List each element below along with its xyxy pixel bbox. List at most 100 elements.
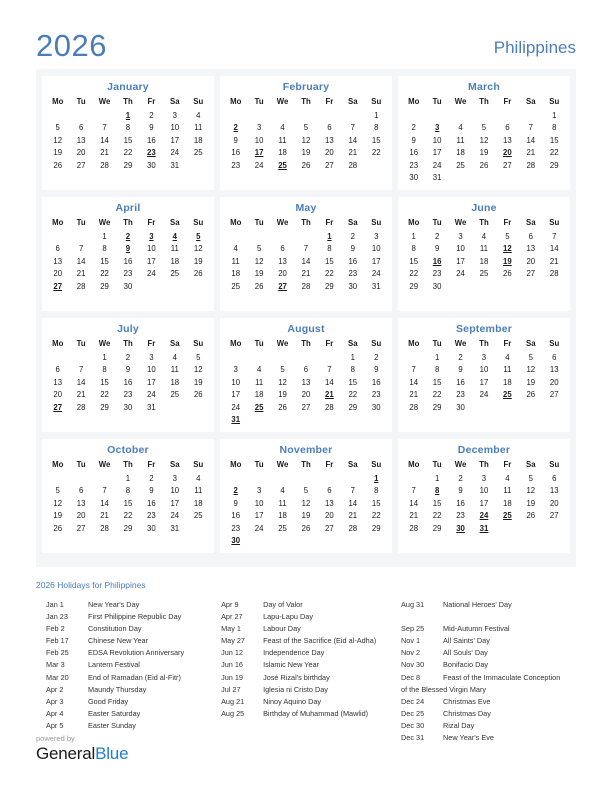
day-cell[interactable]: 10 bbox=[163, 485, 186, 498]
month-card-june[interactable]: June Mo Tu We Th Fr Sa Su 1 2 3 4 5 6 7 8 9 10 11 12 13 14 15 1… bbox=[398, 197, 570, 311]
day-cell[interactable]: 3 bbox=[140, 351, 163, 364]
day-cell[interactable]: 15 bbox=[116, 134, 139, 147]
day-cell[interactable]: 16 bbox=[140, 134, 163, 147]
day-cell-holiday[interactable]: 21 bbox=[318, 389, 341, 402]
day-cell[interactable]: 24 bbox=[140, 268, 163, 281]
day-cell[interactable]: 10 bbox=[472, 364, 495, 377]
day-cell[interactable]: 23 bbox=[140, 510, 163, 523]
day-cell[interactable]: 13 bbox=[69, 134, 92, 147]
day-cell[interactable]: 9 bbox=[116, 364, 139, 377]
day-cell[interactable]: 19 bbox=[46, 510, 69, 523]
day-cell[interactable]: 14 bbox=[543, 243, 566, 256]
day-cell[interactable]: 23 bbox=[116, 268, 139, 281]
day-cell[interactable]: 2 bbox=[365, 351, 388, 364]
day-cell[interactable]: 9 bbox=[449, 485, 472, 498]
day-cell[interactable]: 15 bbox=[365, 134, 388, 147]
day-cell[interactable]: 10 bbox=[224, 376, 247, 389]
day-cell[interactable]: 26 bbox=[294, 522, 317, 535]
month-card-february[interactable]: February Mo Tu We Th Fr Sa Su 1 2 3 4 5 6 7 8 9 10 11 12 13 1… bbox=[220, 76, 392, 190]
day-cell[interactable]: 25 bbox=[187, 147, 210, 160]
day-cell[interactable]: 7 bbox=[93, 122, 116, 135]
day-cell[interactable]: 30 bbox=[140, 522, 163, 535]
day-cell[interactable]: 14 bbox=[294, 255, 317, 268]
day-cell[interactable]: 21 bbox=[69, 268, 92, 281]
day-cell[interactable]: 22 bbox=[116, 510, 139, 523]
day-cell[interactable]: 16 bbox=[402, 147, 425, 160]
day-cell[interactable]: 7 bbox=[543, 230, 566, 243]
day-cell[interactable]: 26 bbox=[247, 280, 270, 293]
day-cell[interactable]: 26 bbox=[496, 268, 519, 281]
day-cell[interactable]: 21 bbox=[69, 389, 92, 402]
day-cell[interactable]: 16 bbox=[365, 376, 388, 389]
day-cell[interactable]: 18 bbox=[247, 389, 270, 402]
day-cell[interactable]: 1 bbox=[425, 472, 448, 485]
day-cell[interactable]: 7 bbox=[294, 243, 317, 256]
day-cell[interactable]: 3 bbox=[224, 364, 247, 377]
day-cell[interactable]: 19 bbox=[294, 510, 317, 523]
day-cell[interactable]: 31 bbox=[163, 522, 186, 535]
day-cell[interactable]: 11 bbox=[247, 376, 270, 389]
day-cell[interactable]: 29 bbox=[365, 522, 388, 535]
day-cell[interactable]: 14 bbox=[93, 134, 116, 147]
day-cell-holiday[interactable]: 27 bbox=[271, 280, 294, 293]
day-cell-holiday[interactable]: 4 bbox=[163, 230, 186, 243]
day-cell[interactable]: 8 bbox=[93, 364, 116, 377]
day-cell[interactable]: 15 bbox=[93, 376, 116, 389]
day-cell[interactable]: 7 bbox=[341, 485, 364, 498]
day-cell[interactable]: 3 bbox=[365, 230, 388, 243]
day-cell[interactable]: 22 bbox=[365, 147, 388, 160]
day-cell[interactable]: 13 bbox=[318, 497, 341, 510]
day-cell[interactable]: 14 bbox=[402, 376, 425, 389]
day-cell[interactable]: 30 bbox=[116, 401, 139, 414]
day-cell[interactable]: 18 bbox=[163, 376, 186, 389]
day-cell[interactable]: 10 bbox=[247, 497, 270, 510]
day-cell[interactable]: 19 bbox=[247, 268, 270, 281]
day-cell[interactable]: 28 bbox=[402, 522, 425, 535]
day-cell[interactable]: 20 bbox=[46, 389, 69, 402]
day-cell[interactable]: 6 bbox=[519, 230, 542, 243]
day-cell[interactable]: 20 bbox=[69, 147, 92, 160]
day-cell[interactable]: 23 bbox=[365, 389, 388, 402]
day-cell[interactable]: 26 bbox=[271, 401, 294, 414]
month-card-july[interactable]: July Mo Tu We Th Fr Sa Su 1 2 3 4 5 6 7 8 9 10 11 12 13 14 15 1… bbox=[42, 318, 214, 432]
day-cell[interactable]: 31 bbox=[140, 401, 163, 414]
day-cell[interactable]: 16 bbox=[116, 255, 139, 268]
day-cell[interactable]: 10 bbox=[472, 485, 495, 498]
day-cell-holiday[interactable]: 1 bbox=[116, 109, 139, 122]
day-cell[interactable]: 29 bbox=[402, 280, 425, 293]
day-cell[interactable]: 9 bbox=[224, 134, 247, 147]
day-cell[interactable]: 24 bbox=[163, 510, 186, 523]
day-cell[interactable]: 5 bbox=[472, 122, 495, 135]
day-cell[interactable]: 15 bbox=[365, 497, 388, 510]
day-cell-holiday[interactable]: 31 bbox=[472, 522, 495, 535]
day-cell[interactable]: 20 bbox=[519, 255, 542, 268]
day-cell[interactable]: 23 bbox=[116, 389, 139, 402]
day-cell[interactable]: 9 bbox=[224, 497, 247, 510]
day-cell[interactable]: 28 bbox=[93, 522, 116, 535]
day-cell[interactable]: 21 bbox=[341, 147, 364, 160]
day-cell[interactable]: 5 bbox=[46, 485, 69, 498]
day-cell[interactable]: 23 bbox=[341, 268, 364, 281]
day-cell[interactable]: 26 bbox=[187, 268, 210, 281]
day-cell[interactable]: 6 bbox=[69, 485, 92, 498]
day-cell[interactable]: 22 bbox=[425, 510, 448, 523]
day-cell[interactable]: 22 bbox=[93, 268, 116, 281]
day-cell[interactable]: 12 bbox=[294, 497, 317, 510]
day-cell[interactable]: 26 bbox=[294, 159, 317, 172]
day-cell[interactable]: 8 bbox=[341, 364, 364, 377]
day-cell[interactable]: 16 bbox=[140, 497, 163, 510]
day-cell[interactable]: 12 bbox=[519, 364, 542, 377]
day-cell[interactable]: 14 bbox=[519, 134, 542, 147]
day-cell-holiday[interactable]: 16 bbox=[425, 255, 448, 268]
month-card-march[interactable]: March Mo Tu We Th Fr Sa Su 1 2 3 4 5 6 7 8 9 10 11 12 13 14 15… bbox=[398, 76, 570, 190]
day-cell[interactable]: 1 bbox=[93, 351, 116, 364]
day-cell[interactable]: 25 bbox=[163, 268, 186, 281]
day-cell[interactable]: 30 bbox=[365, 401, 388, 414]
day-cell[interactable]: 24 bbox=[425, 159, 448, 172]
day-cell[interactable]: 13 bbox=[543, 485, 566, 498]
day-cell-holiday[interactable]: 25 bbox=[496, 389, 519, 402]
day-cell[interactable]: 1 bbox=[341, 351, 364, 364]
day-cell[interactable]: 25 bbox=[449, 159, 472, 172]
day-cell[interactable]: 6 bbox=[543, 472, 566, 485]
day-cell[interactable]: 23 bbox=[402, 159, 425, 172]
